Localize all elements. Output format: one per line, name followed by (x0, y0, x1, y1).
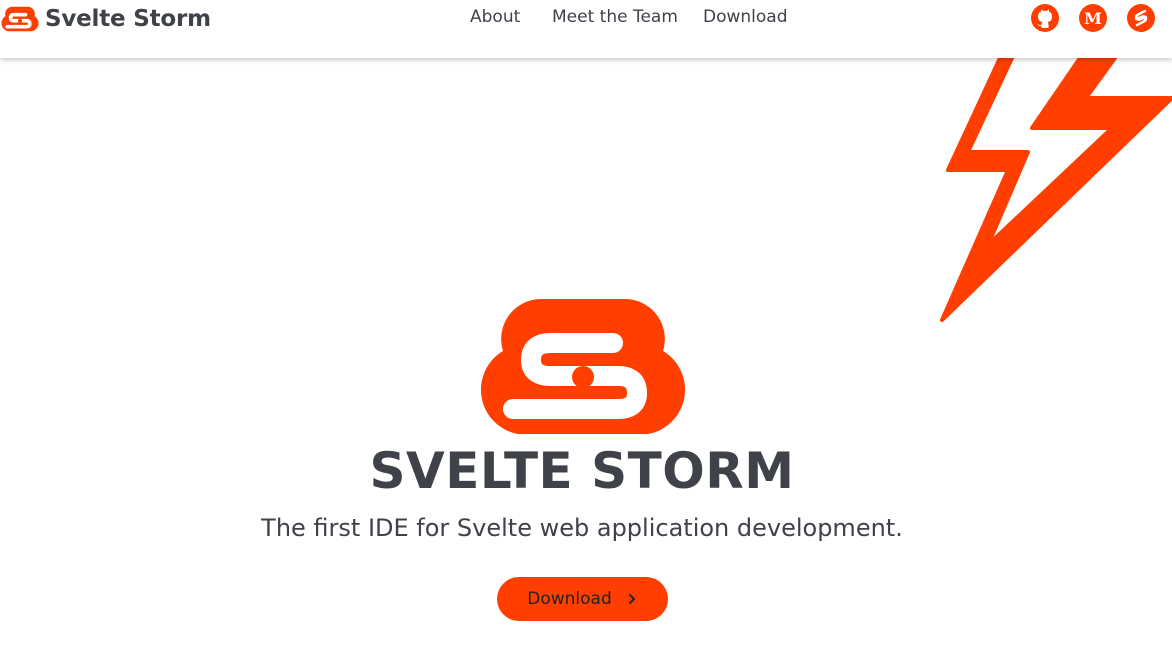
svelte-icon (1127, 4, 1155, 32)
nav-link-meet-the-team[interactable]: Meet the Team (552, 7, 678, 27)
github-link[interactable] (1030, 3, 1060, 33)
github-icon (1031, 4, 1059, 32)
nav-link-download[interactable]: Download (703, 7, 788, 27)
page: Svelte Storm About Meet the Team Downloa… (0, 0, 1172, 650)
lightning-bolt-icon (940, 56, 1172, 322)
main-nav: About Meet the Team Download (0, 7, 1172, 31)
medium-icon: M (1079, 4, 1107, 32)
hero-title: SVELTE STORM (369, 442, 795, 500)
chevron-right-icon (628, 594, 635, 604)
hero-subtitle: The first IDE for Svelte web application… (261, 514, 903, 542)
site-header: Svelte Storm About Meet the Team Downloa… (0, 0, 1172, 58)
svelte-storm-cloud-icon (480, 299, 686, 434)
download-button-label: Download (527, 589, 612, 609)
nav-link-about[interactable]: About (470, 7, 520, 27)
svg-text:M: M (1084, 9, 1102, 28)
svelte-link[interactable] (1126, 3, 1156, 33)
medium-link[interactable]: M (1078, 3, 1108, 33)
download-button[interactable]: Download (497, 577, 668, 621)
